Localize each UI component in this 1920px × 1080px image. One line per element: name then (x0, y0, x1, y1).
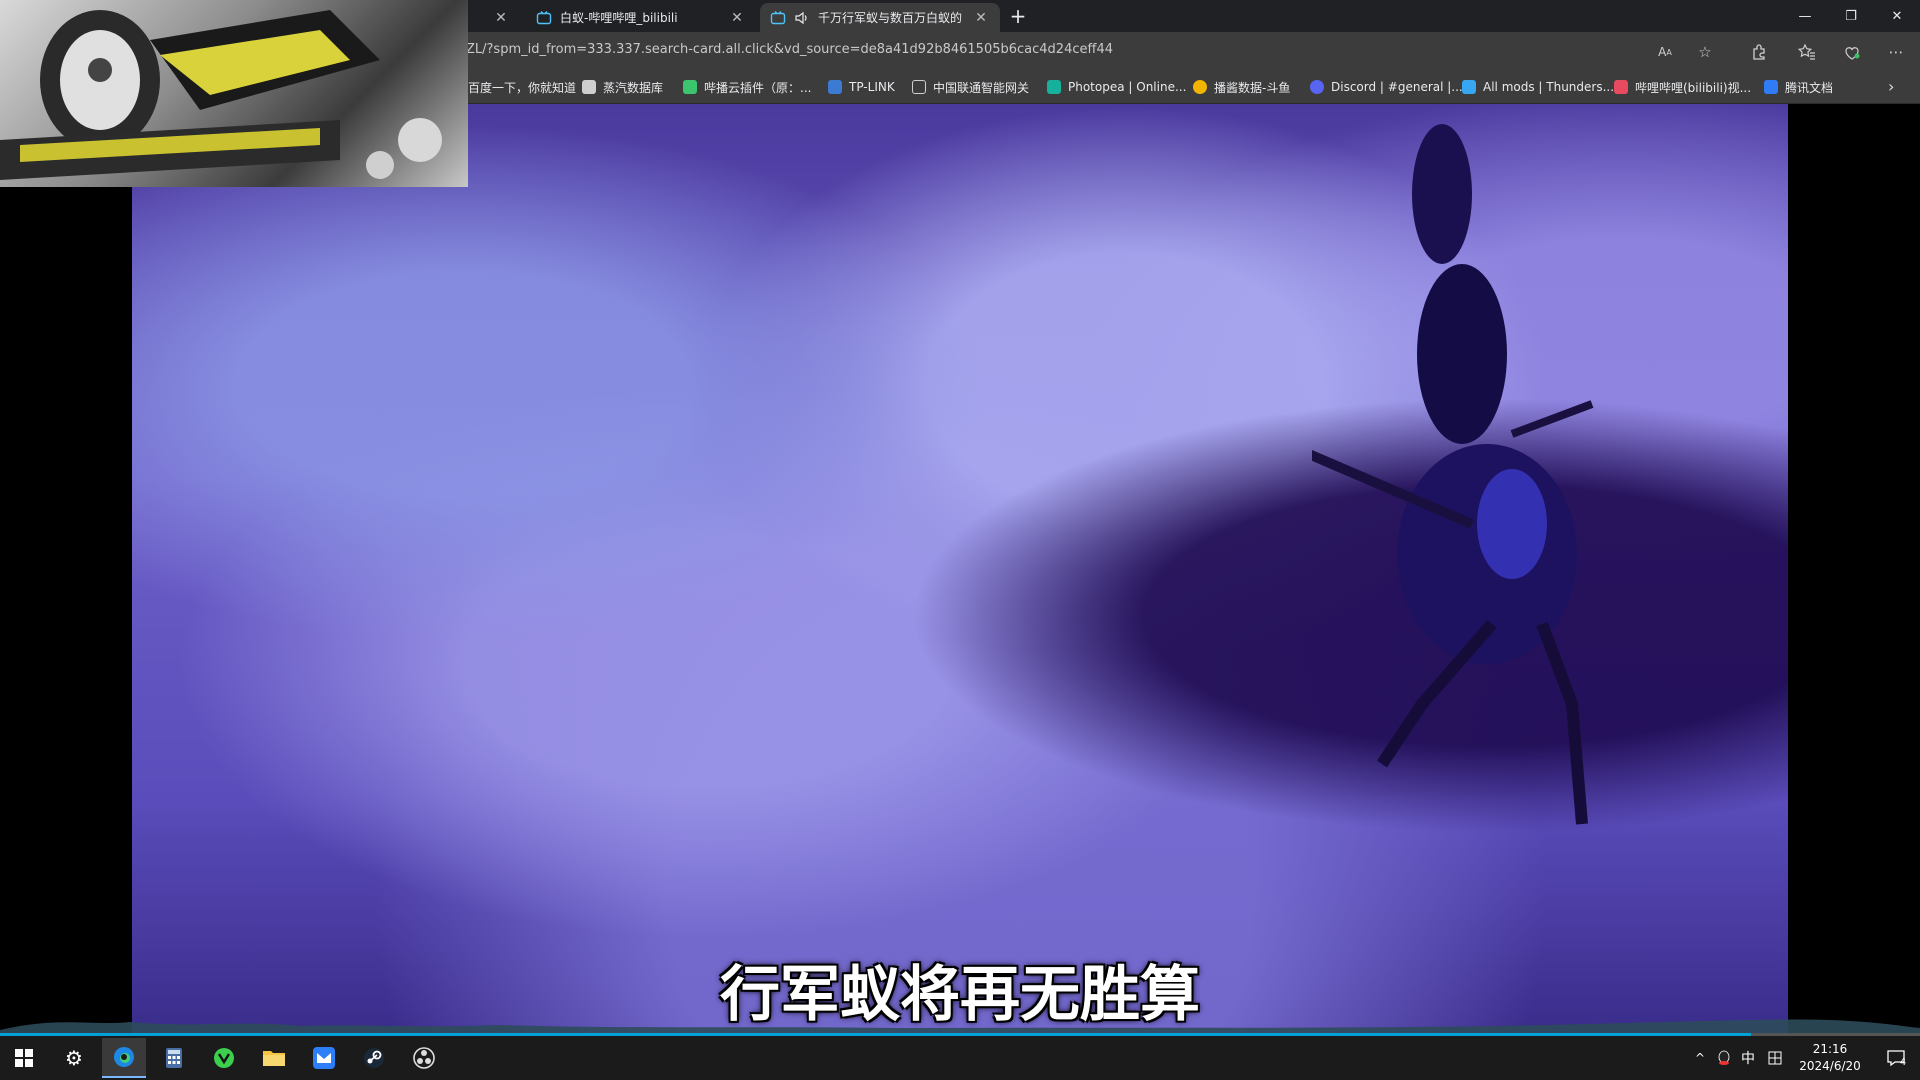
clock-date: 2024/6/20 (1799, 1059, 1861, 1073)
bookmark-label: All mods | Thunders... (1483, 80, 1615, 94)
restore-icon: ❐ (1845, 8, 1857, 24)
notification-count-badge: 4 (1899, 1056, 1907, 1068)
bird-app-icon[interactable] (302, 1038, 346, 1078)
minimize-icon: — (1798, 8, 1812, 24)
tab-close-partial[interactable]: ✕ (470, 3, 520, 32)
bookmark-steam-db[interactable]: 蒸汽数据库 (582, 77, 663, 97)
bookmark-label: Photopea | Online... (1068, 80, 1187, 94)
discord-icon (1310, 80, 1324, 94)
close-icon[interactable]: ✕ (972, 9, 990, 27)
more-menu-icon[interactable]: ⋯ (1884, 40, 1908, 64)
bookmark-label: 百度一下，你就知道 (468, 80, 577, 95)
bookmark-label: Discord | #general |... (1331, 80, 1463, 94)
page-icon (912, 80, 926, 94)
tplink-icon (828, 80, 842, 94)
favorite-star-icon[interactable]: ☆ (1693, 40, 1717, 64)
minimize-button[interactable]: — (1782, 0, 1828, 32)
close-icon[interactable]: ✕ (492, 9, 510, 27)
plugin-icon (683, 80, 697, 94)
calculator-icon[interactable] (152, 1038, 196, 1078)
tab-label: 白蚁-哔哩哔哩_bilibili (560, 11, 678, 25)
new-tab-button[interactable]: + (1006, 4, 1030, 28)
bookmark-live-plugin[interactable]: 哔播云插件（原：... (683, 77, 811, 97)
army-ant-figure (1312, 124, 1594, 825)
bilibili-tv-icon (770, 10, 786, 26)
favorites-list-icon[interactable] (1795, 40, 1819, 64)
bookmark-douyu-data[interactable]: 播酱数据-斗鱼 (1193, 77, 1290, 97)
browser-essentials-icon[interactable] (1840, 40, 1864, 64)
database-icon (582, 80, 596, 94)
tab-army-ants-video[interactable]: 千万行军蚁与数百万白蚁的 ✕ (760, 3, 1000, 32)
ime-indicator[interactable]: 中 (1736, 1038, 1760, 1078)
green-app-icon[interactable] (202, 1038, 246, 1078)
bookmark-baidu[interactable]: 百度一下，你就知道 (468, 77, 576, 97)
overlay-artwork (0, 0, 468, 187)
extensions-icon[interactable] (1747, 40, 1771, 64)
bookmark-unicom-gateway[interactable]: 中国联通智能网关 (912, 77, 1029, 97)
windows-start-button[interactable] (2, 1038, 46, 1078)
thunderstore-icon (1462, 80, 1476, 94)
bookmark-photopea[interactable]: Photopea | Online... (1047, 77, 1186, 97)
tab-bilibili-termites[interactable]: 白蚁-哔哩哔哩_bilibili ✕ (526, 3, 756, 32)
douyu-icon (1193, 80, 1207, 94)
bookmark-label: 哔播云插件（原：... (704, 80, 812, 95)
restore-button[interactable]: ❐ (1828, 0, 1874, 32)
show-hidden-icons-chevron-icon[interactable]: ^ (1690, 1038, 1710, 1078)
bookmark-label: 蒸汽数据库 (603, 80, 664, 95)
bookmark-label: 哔哩哔哩(bilibili)视... (1635, 80, 1752, 95)
bookmark-tencent-docs[interactable]: 腾讯文档 (1764, 77, 1833, 97)
close-icon: ✕ (1891, 8, 1903, 24)
bookmark-label: 中国联通智能网关 (933, 80, 1030, 95)
bookmark-thunderstore[interactable]: All mods | Thunders... (1462, 77, 1614, 97)
edge-browser-icon[interactable] (102, 1038, 146, 1078)
clock-time: 21:16 (1812, 1042, 1848, 1056)
settings-gear-icon[interactable]: ⚙ (52, 1038, 96, 1078)
tencent-docs-icon (1764, 80, 1778, 94)
screen: ✕ 白蚁-哔哩哔哩_bilibili ✕ 千万行军蚁与数百万白蚁的 ✕ + — … (0, 0, 1920, 1080)
taskbar-clock[interactable]: 21:16 2024/6/20 (1782, 1041, 1878, 1075)
bilibili-tv-icon (536, 10, 552, 26)
audio-visualizer (0, 1019, 1920, 1036)
bookmark-tplink[interactable]: TP-LINK (828, 77, 895, 97)
tab-label: 千万行军蚁与数百万白蚁的 (818, 11, 963, 25)
bookmark-bilibili[interactable]: 哔哩哔哩(bilibili)视... (1614, 77, 1751, 97)
read-aloud-icon[interactable]: AA (1653, 40, 1677, 64)
address-bar[interactable]: ZL/?spm_id_from=333.337.search-card.all.… (466, 42, 1113, 57)
steam-icon[interactable] (352, 1038, 396, 1078)
file-explorer-icon[interactable] (252, 1038, 296, 1078)
bookmark-label: TP-LINK (849, 80, 895, 94)
photopea-icon (1047, 80, 1061, 94)
bilibili-icon (1614, 80, 1628, 94)
close-window-button[interactable]: ✕ (1874, 0, 1920, 32)
bookmark-discord[interactable]: Discord | #general |... (1310, 77, 1463, 97)
bookmark-label: 腾讯文档 (1785, 80, 1834, 95)
video-player[interactable] (132, 104, 1788, 1034)
qq-tray-icon[interactable] (1712, 1038, 1736, 1078)
bookmark-label: 播酱数据-斗鱼 (1214, 80, 1291, 95)
obs-studio-icon[interactable] (402, 1038, 446, 1078)
speaker-icon[interactable] (794, 10, 810, 26)
close-icon[interactable]: ✕ (728, 9, 746, 27)
notification-center-button[interactable]: 4 (1878, 1038, 1914, 1078)
bookmarks-overflow-chevron-icon[interactable]: › (1888, 77, 1894, 96)
